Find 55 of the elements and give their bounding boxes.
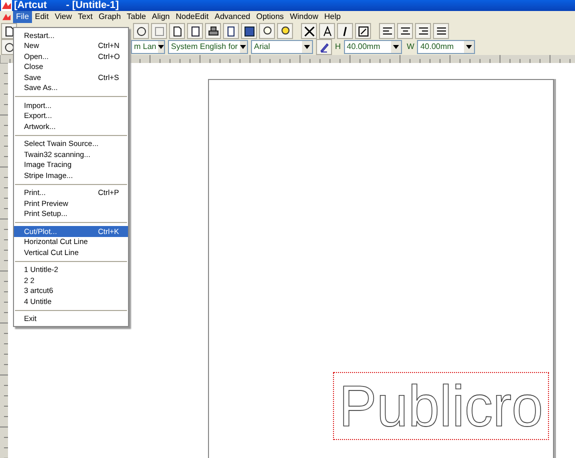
menu-item[interactable]: View — [52, 11, 75, 23]
edit-icon — [358, 26, 368, 36]
frame-icon — [244, 26, 254, 36]
toolbar-button[interactable] — [259, 23, 275, 39]
document-title: - [Untitle-1] — [66, 0, 119, 10]
toolbar-button[interactable] — [241, 23, 257, 39]
app-title: [Artcut — [14, 0, 48, 10]
printer-icon — [208, 26, 218, 36]
toolbar-button[interactable] — [301, 23, 317, 39]
menu-item[interactable]: NodeEdit — [172, 11, 212, 23]
align-right-icon — [418, 26, 428, 36]
toolbar-button[interactable] — [169, 23, 185, 39]
toolbar-button[interactable] — [187, 23, 203, 39]
toolbar-button[interactable] — [205, 23, 221, 39]
menu-item[interactable]: Align — [148, 11, 173, 23]
toolbar-button[interactable] — [355, 23, 371, 39]
menu-item[interactable]: Window — [286, 11, 322, 23]
height-label: H — [335, 43, 341, 51]
width-label: W — [406, 43, 414, 51]
menu-item[interactable]: File — [13, 11, 32, 23]
justify-icon — [436, 26, 446, 36]
width-field[interactable]: 40.00mm — [417, 40, 476, 54]
menu-item[interactable]: Advanced — [212, 11, 254, 23]
outlined-text: Publicro — [338, 381, 544, 431]
page-icon — [172, 26, 182, 36]
toolbar-button[interactable] — [379, 23, 395, 39]
pen-icon — [318, 42, 330, 52]
toolbar-button[interactable] — [397, 23, 413, 39]
menu-item[interactable]: Text — [74, 11, 96, 23]
toolbar-button[interactable] — [223, 23, 239, 39]
toolbar-button[interactable] — [337, 23, 353, 39]
toolbar-button[interactable] — [433, 23, 449, 39]
circle-icon — [4, 42, 14, 52]
cross-icon — [304, 26, 314, 36]
toolbar-button[interactable] — [319, 23, 335, 39]
circle-icon — [136, 26, 146, 36]
menu-item[interactable]: Table — [124, 11, 149, 23]
input-language-dropdown[interactable]: System English for — [168, 40, 248, 54]
menu-item[interactable]: Options — [253, 11, 287, 23]
page-icon — [190, 26, 200, 36]
menu-item[interactable]: Help — [321, 11, 344, 23]
menu-item[interactable]: Graph — [96, 11, 124, 23]
font-language-dropdown[interactable]: m Lan — [131, 40, 165, 54]
square-icon — [154, 26, 164, 36]
toolbar-button[interactable] — [277, 23, 293, 39]
toolbar-button[interactable] — [316, 39, 332, 55]
letter-a-icon — [322, 26, 332, 36]
align-left-icon — [382, 26, 392, 36]
align-center-icon — [400, 26, 410, 36]
font-dropdown[interactable]: Arial — [251, 40, 313, 54]
height-field[interactable]: 40.00mm — [344, 40, 402, 54]
menu-item[interactable]: Edit — [32, 11, 52, 23]
toolbar-button[interactable] — [133, 23, 149, 39]
toolbar-button[interactable] — [415, 23, 431, 39]
app-logo-icon — [1, 0, 12, 11]
